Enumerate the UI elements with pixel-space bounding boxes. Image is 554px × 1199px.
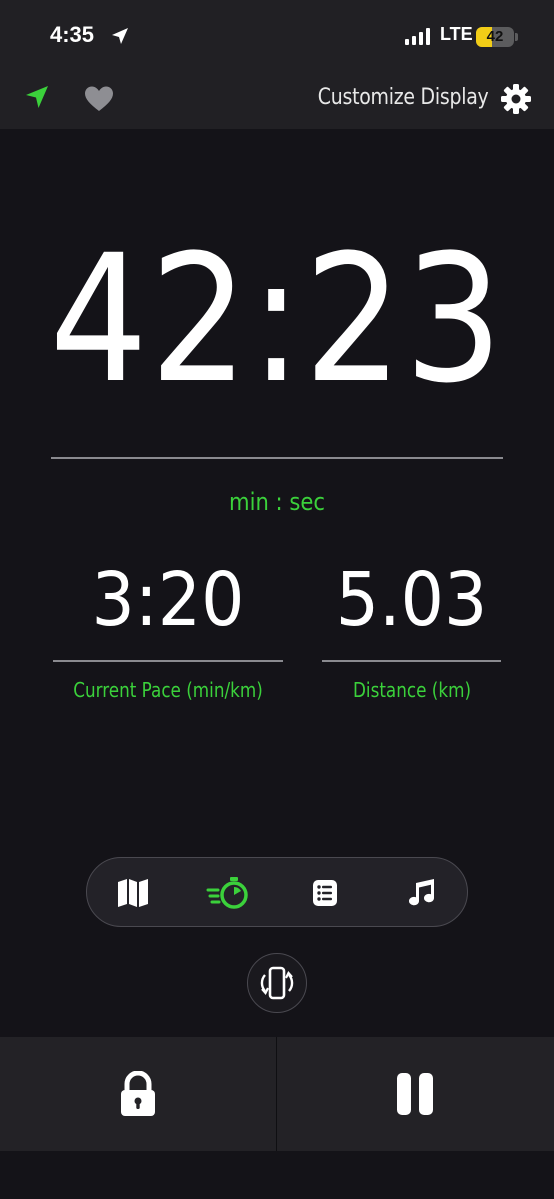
- distance-stat: 5.03 Distance (km): [322, 557, 501, 702]
- heart-icon[interactable]: [84, 85, 114, 113]
- pause-button[interactable]: [277, 1037, 553, 1151]
- tab-map[interactable]: [113, 874, 153, 912]
- lock-icon: [121, 1071, 155, 1116]
- customize-display-button[interactable]: Customize Display: [317, 85, 488, 110]
- location-arrow-icon: [112, 28, 128, 44]
- distance-value: 5.03: [335, 557, 488, 643]
- gps-location-icon[interactable]: [24, 84, 50, 110]
- network-type: LTE: [440, 24, 473, 44]
- elapsed-unit-label: min : sec: [228, 488, 325, 516]
- distance-label: Distance (km): [352, 678, 471, 702]
- tab-music[interactable]: [401, 874, 441, 912]
- bottom-control-bar: [0, 1037, 554, 1151]
- pace-value: 3:20: [91, 557, 245, 643]
- pace-stat: 3:20 Current Pace (min/km): [53, 557, 283, 702]
- pace-divider: [53, 660, 283, 662]
- battery-level: 42: [486, 28, 504, 45]
- map-icon: [118, 879, 148, 907]
- status-bar: 4:35 LTE 42: [0, 0, 554, 72]
- tab-list[interactable]: [305, 874, 345, 912]
- battery-tip: [515, 33, 518, 41]
- gear-icon[interactable]: [500, 83, 532, 115]
- pause-icon: [397, 1073, 433, 1115]
- elapsed-time: 42:23: [49, 217, 505, 422]
- home-indicator-area: [0, 1151, 554, 1199]
- pace-label: Current Pace (min/km): [73, 678, 263, 702]
- tab-stopwatch[interactable]: [205, 874, 253, 912]
- status-time: 4:35: [50, 22, 95, 47]
- battery-icon: 42: [476, 27, 514, 47]
- rotation-lock-button[interactable]: [247, 953, 307, 1013]
- cell-signal-icon: [405, 28, 430, 45]
- top-bar: Customize Display: [0, 72, 554, 129]
- music-icon: [409, 879, 435, 906]
- distance-divider: [322, 660, 501, 662]
- lock-button[interactable]: [0, 1037, 276, 1151]
- view-tab-bar: [86, 857, 468, 927]
- stopwatch-icon: [206, 877, 248, 909]
- rotate-phone-icon: [260, 966, 294, 1000]
- elapsed-divider: [51, 457, 503, 459]
- list-icon: [313, 880, 337, 906]
